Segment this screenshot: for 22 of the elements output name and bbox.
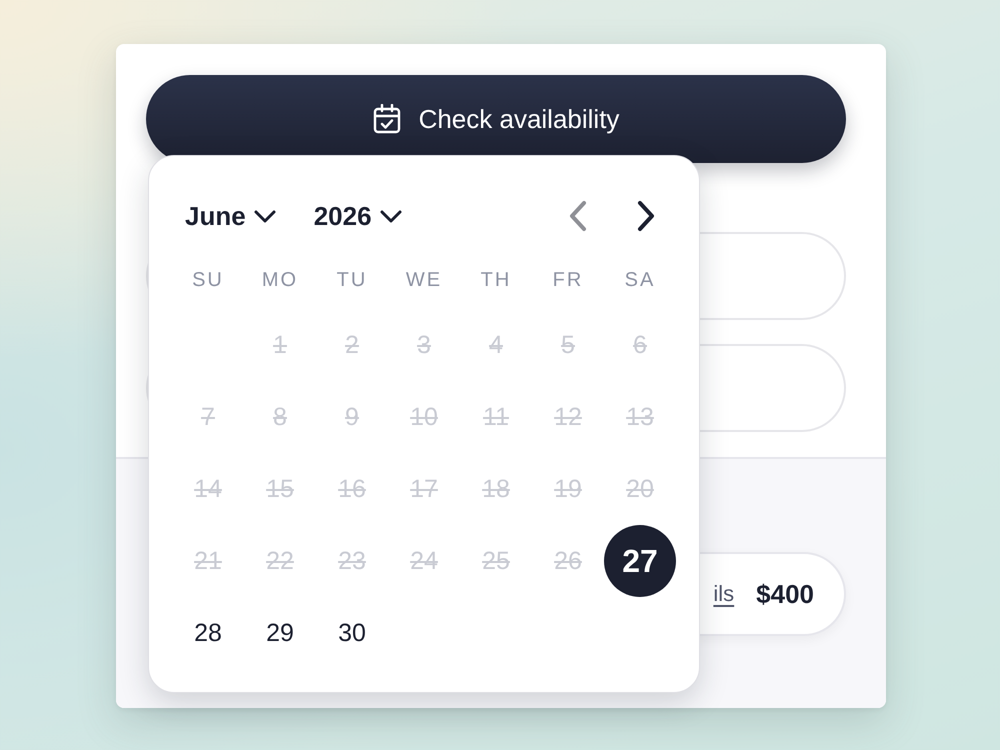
calendar-day[interactable]: 30 (316, 597, 388, 669)
calendar-day[interactable]: 29 (244, 597, 316, 669)
price-text: $400 (756, 578, 814, 610)
calendar-check-icon (372, 104, 401, 134)
weekday-label: SA (624, 268, 656, 292)
weekday-label: WE (406, 268, 442, 292)
weekday-label: SU (192, 268, 224, 292)
chevron-left-icon (569, 200, 587, 232)
calendar-day[interactable]: 28 (172, 597, 244, 669)
check-availability-button[interactable]: Check availability (146, 75, 846, 163)
weekday-label: TU (336, 268, 368, 292)
chevron-down-icon (254, 210, 276, 222)
month-dropdown[interactable]: June (185, 200, 276, 232)
chevron-right-icon (637, 200, 655, 232)
details-link[interactable]: ils (713, 581, 734, 607)
calendar-day[interactable]: 27 (604, 525, 676, 597)
next-month-button[interactable] (637, 200, 655, 232)
weekday-label: FR (552, 268, 584, 292)
weekday-label: TH (480, 268, 512, 292)
chevron-down-icon (380, 210, 402, 222)
weekday-label: MO (262, 268, 298, 292)
year-dropdown[interactable]: 2026 (314, 200, 402, 232)
